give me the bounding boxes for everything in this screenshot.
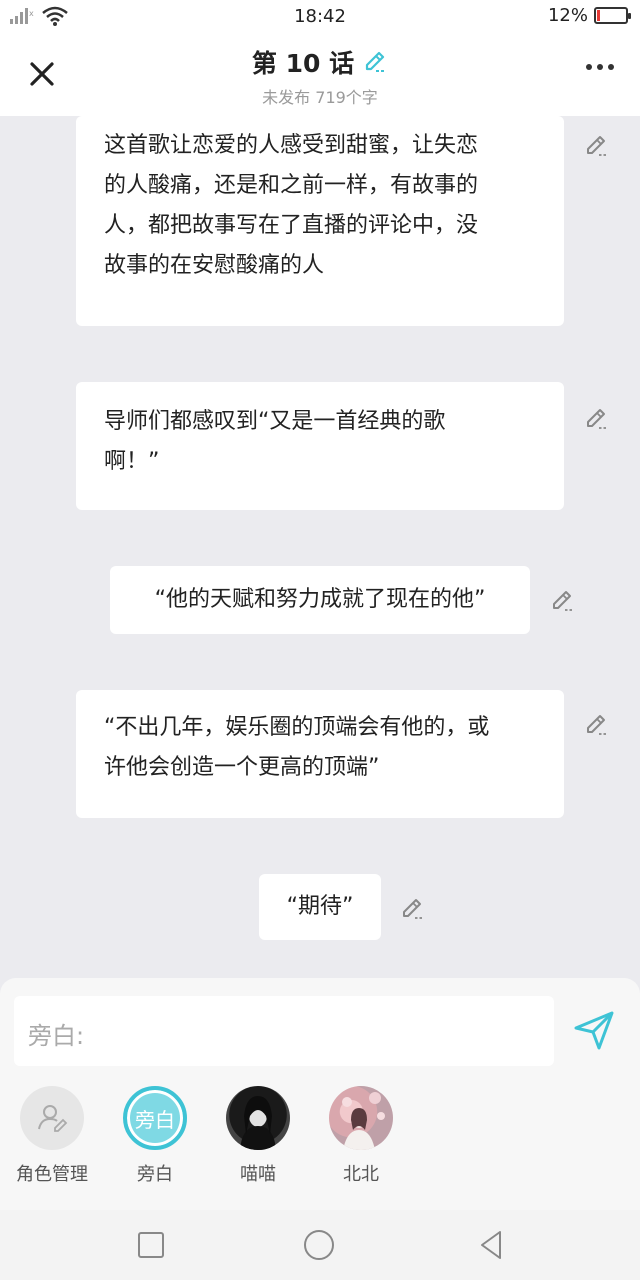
composer-panel: 旁白: 角色管理 旁白 旁白 喵喵 北北 bbox=[0, 978, 640, 1210]
status-time: 18:42 bbox=[294, 6, 346, 27]
bubble-line: 许他会创造一个更高的顶端” bbox=[104, 755, 380, 780]
edit-pencil-icon[interactable] bbox=[400, 894, 428, 922]
role-miaomiao[interactable]: 喵喵 bbox=[210, 1086, 306, 1186]
avatar bbox=[226, 1086, 290, 1150]
role-beibei[interactable]: 北北 bbox=[313, 1086, 409, 1186]
narration-bubble[interactable]: 导师们都感叹到“又是一首经典的歌 啊！” bbox=[76, 382, 564, 510]
narration-bubble[interactable]: “他的天赋和努力成就了现在的他” bbox=[110, 566, 530, 634]
circle-icon[interactable] bbox=[302, 1228, 336, 1262]
chapter-title-text: 第 10 话 bbox=[251, 49, 355, 78]
edit-pencil-icon[interactable] bbox=[550, 586, 578, 614]
narration-bubble[interactable]: “不出几年，娱乐圈的顶端会有他的，或 许他会创造一个更高的顶端” bbox=[76, 690, 564, 818]
title-block: 第 10 话 未发布 719个字 bbox=[0, 44, 640, 108]
bubble-line: “不出几年，娱乐圈的顶端会有他的，或 bbox=[104, 715, 490, 740]
bubble-line: 故事的在安慰酸痛的人 bbox=[104, 253, 325, 278]
status-bar: x 18:42 12% bbox=[0, 0, 640, 34]
status-right: 12% bbox=[547, 5, 631, 26]
role-label: 喵喵 bbox=[240, 1164, 276, 1185]
bubble-line: “他的天赋和努力成就了现在的他” bbox=[154, 587, 486, 612]
narration-avatar: 旁白 bbox=[123, 1086, 187, 1150]
square-icon[interactable] bbox=[134, 1228, 168, 1262]
narration-avatar-text: 旁白 bbox=[135, 1107, 175, 1132]
pencil-icon[interactable] bbox=[362, 49, 388, 75]
battery-level bbox=[597, 10, 600, 21]
edit-pencil-icon[interactable] bbox=[584, 131, 612, 159]
role-narration[interactable]: 旁白 旁白 bbox=[107, 1086, 203, 1186]
editor-header: 第 10 话 未发布 719个字 bbox=[0, 34, 640, 116]
message-list: 这首歌让恋爱的人感受到甜蜜，让失恋 的人酸痛，还是和之前一样，有故事的 人，都把… bbox=[0, 116, 640, 978]
battery-icon bbox=[594, 7, 631, 24]
person-edit-icon bbox=[20, 1086, 84, 1150]
more-icon[interactable] bbox=[586, 64, 614, 70]
system-nav-bar bbox=[0, 1210, 640, 1280]
edit-pencil-icon[interactable] bbox=[584, 710, 612, 738]
role-label: 北北 bbox=[343, 1164, 379, 1185]
bubble-line: 导师们都感叹到“又是一首经典的歌 bbox=[104, 409, 446, 434]
send-icon[interactable] bbox=[572, 1008, 616, 1052]
role-manage-button[interactable]: 角色管理 bbox=[4, 1086, 100, 1186]
role-label: 角色管理 bbox=[16, 1164, 88, 1185]
battery-percent: 12% bbox=[547, 5, 588, 26]
edit-pencil-icon[interactable] bbox=[584, 404, 612, 432]
input-placeholder: 旁白: bbox=[28, 1022, 85, 1050]
bubble-line: 啊！” bbox=[104, 449, 160, 474]
role-selector: 角色管理 旁白 旁白 喵喵 北北 bbox=[0, 1086, 640, 1196]
narration-bubble[interactable]: “期待” bbox=[259, 874, 381, 940]
bubble-line: 的人酸痛，还是和之前一样，有故事的 bbox=[104, 173, 479, 198]
chapter-subtitle: 未发布 719个字 bbox=[262, 88, 378, 107]
role-label: 旁白 bbox=[137, 1164, 173, 1185]
avatar bbox=[329, 1086, 393, 1150]
chapter-title[interactable]: 第 10 话 bbox=[252, 44, 388, 80]
narration-bubble[interactable]: 这首歌让恋爱的人感受到甜蜜，让失恋 的人酸痛，还是和之前一样，有故事的 人，都把… bbox=[76, 116, 564, 326]
bubble-line: “期待” bbox=[286, 894, 354, 919]
bubble-line: 这首歌让恋爱的人感受到甜蜜，让失恋 bbox=[104, 133, 479, 158]
bubble-line: 人，都把故事写在了直播的评论中，没 bbox=[104, 213, 479, 238]
triangle-back-icon[interactable] bbox=[474, 1228, 508, 1262]
narration-input[interactable]: 旁白: bbox=[14, 996, 554, 1066]
